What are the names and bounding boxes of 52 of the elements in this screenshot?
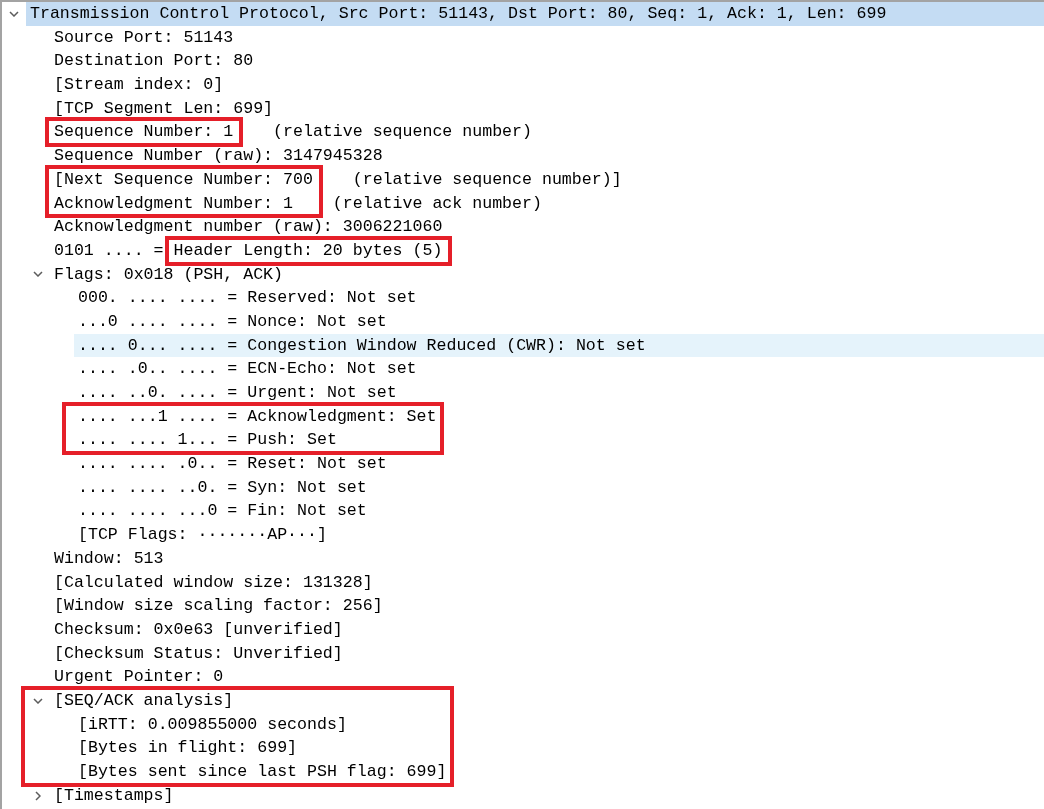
tree-item[interactable]: .... ...1 .... = Acknowledgment: Set (74, 404, 441, 429)
bit-mask: ...0 .... .... = (78, 310, 238, 333)
tree-item[interactable]: [iRTT: 0.009855000 seconds] (74, 712, 351, 737)
tree-item[interactable]: .... .... ..0. = Syn: Not set (74, 475, 371, 500)
field-note: (relative ack number) (332, 192, 542, 215)
bit-mask: .... .... .0.. = (78, 453, 238, 476)
bit-mask: .... .... 1... = (78, 429, 238, 452)
tree-item[interactable]: Flags: 0x018 (PSH, ACK) (50, 262, 288, 287)
field-note: (relative sequence number)] (352, 168, 622, 191)
chevron-down-icon[interactable] (33, 271, 43, 278)
bit-mask: .... .... ...0 = (78, 500, 238, 523)
bit-mask: .... ..0. .... = (78, 382, 238, 404)
tree-item[interactable]: Source Port: 51143 (50, 25, 238, 50)
tree-item[interactable]: Transmission Control Protocol, Src Port: 51143, Dst Port: 80, Seq: 1, Ack: 1, Len: 699 (26, 2, 1044, 26)
bit-mask: .... ...1 .... = (78, 405, 238, 428)
tree-item[interactable]: Sequence Number (raw): 3147945328 (50, 144, 387, 168)
tree-item[interactable]: Acknowledgment Number: 1 (relative ack number) (50, 191, 546, 216)
bit-mask: .... .... ..0. = (78, 476, 238, 499)
tree-item[interactable]: ...0 .... .... = Nonce: Not set (74, 309, 391, 334)
bit-mask: .... .0.. .... = (78, 358, 238, 381)
tree-item[interactable]: .... .... .0.. = Reset: Not set (74, 452, 391, 476)
tree-item[interactable]: Acknowledgment number (raw): 3006221060 (50, 215, 447, 239)
tree-item[interactable]: [Stream index: 0] (50, 73, 228, 97)
tree-item[interactable]: [Next Sequence Number: 700 (relative sequence number)] (50, 167, 626, 192)
tree-item[interactable]: 0101 .... = Header Length: 20 bytes (5) (50, 238, 447, 263)
tree-item[interactable]: .... .... 1... = Push: Set (74, 428, 341, 453)
bit-mask: 0101 .... = (54, 239, 164, 262)
tree-item[interactable]: [Bytes in flight: 699] (74, 736, 302, 760)
tree-item[interactable]: Urgent Pointer: 0 (50, 665, 228, 689)
tree-item[interactable]: .... 0... .... = Congestion Window Reduced (CWR): Not set (74, 333, 1044, 358)
tree-item[interactable]: [Calculated window size: 131328] (50, 570, 377, 595)
tree-item[interactable]: [Checksum Status: Unverified] (50, 641, 347, 666)
tree-item[interactable]: .... .... ...0 = Fin: Not set (74, 499, 371, 524)
tree-item[interactable]: [Timestamps] (50, 783, 178, 808)
tree-item[interactable]: [Window size scaling factor: 256] (50, 594, 387, 618)
tree-item[interactable]: [Bytes sent since last PSH flag: 699] (74, 760, 451, 784)
tree-item[interactable]: [TCP Flags: ·······AP···] (74, 523, 331, 547)
tree-item[interactable]: 000. .... .... = Reserved: Not set (74, 286, 421, 310)
tree-item[interactable]: .... .0.. .... = ECN-Echo: Not set (74, 357, 421, 381)
field-note: (relative sequence number) (273, 121, 532, 144)
bit-mask: .... 0... .... = (78, 334, 238, 357)
tree-item[interactable]: Sequence Number: 1 (relative sequence number) (50, 120, 536, 145)
tree-item[interactable]: .... ..0. .... = Urgent: Not set (74, 381, 401, 405)
tree-item[interactable]: Window: 513 (50, 546, 168, 571)
chevron-down-icon[interactable] (9, 10, 19, 17)
tree-item[interactable]: [SEQ/ACK analysis] (50, 688, 238, 713)
chevron-down-icon[interactable] (33, 697, 43, 704)
bit-mask: 000. .... .... = (78, 287, 238, 310)
tree-item[interactable]: Checksum: 0x0e63 [unverified] (50, 617, 347, 642)
tree-item[interactable]: Destination Port: 80 (50, 49, 258, 74)
chevron-right-icon[interactable] (35, 790, 41, 801)
tree-item[interactable]: [TCP Segment Len: 699] (50, 96, 278, 121)
